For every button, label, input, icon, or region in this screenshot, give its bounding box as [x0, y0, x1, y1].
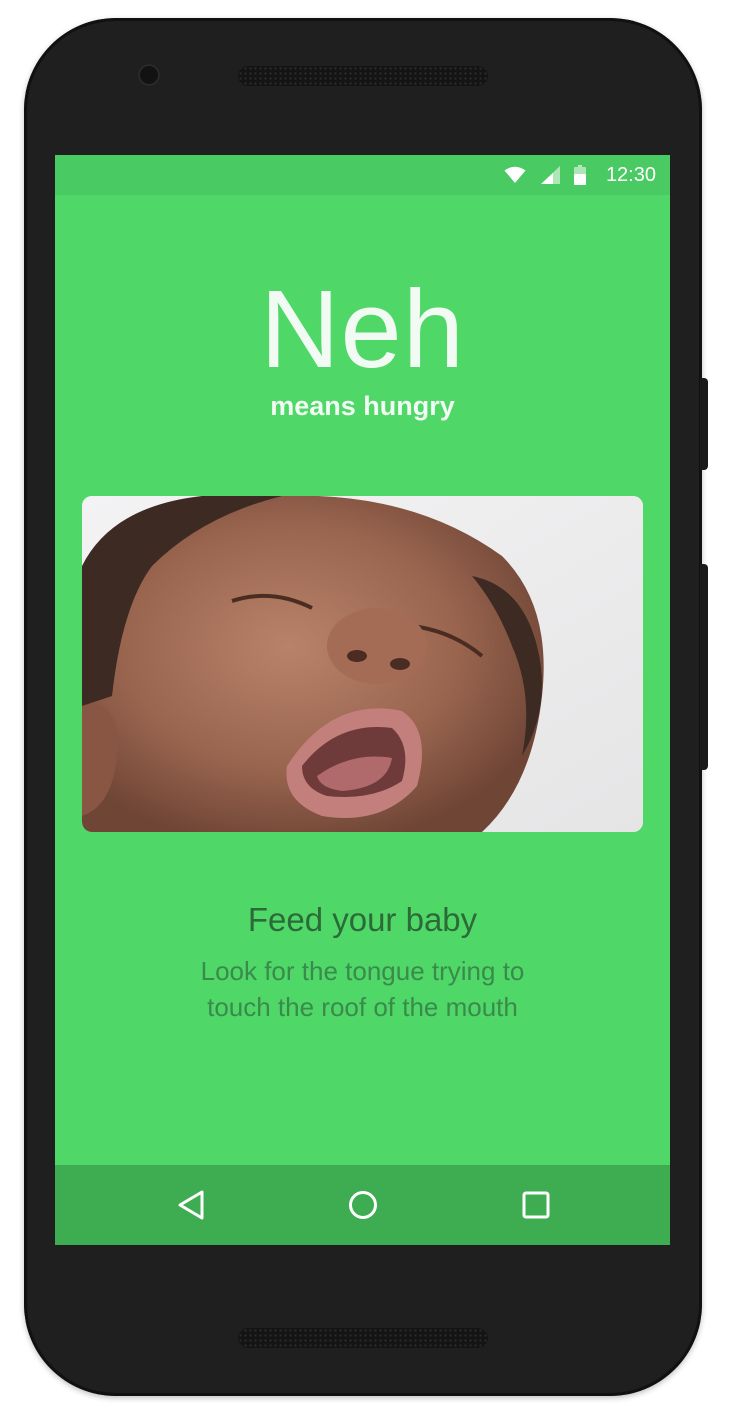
screen: 12:30 Neh means hungry Feed your baby Lo… [55, 155, 670, 1245]
cry-meaning-subtitle: means hungry [270, 391, 455, 421]
tip-description-line-1: Look for the tongue trying to [200, 956, 525, 986]
cry-word-title: Neh [260, 268, 465, 391]
tip-description: Look for the tongue trying to touch the … [55, 953, 670, 1025]
battery-icon [573, 165, 586, 185]
back-icon[interactable] [171, 1185, 211, 1225]
status-bar: 12:30 [55, 155, 670, 195]
home-icon[interactable] [343, 1185, 383, 1225]
tip-title: Feed your baby [247, 901, 478, 938]
crying-baby-photo [82, 496, 643, 832]
top-speaker [238, 66, 488, 86]
tip-description-line-2: touch the roof of the mouth [207, 992, 518, 1022]
status-icons: 12:30 [504, 155, 656, 195]
volume-button[interactable] [700, 564, 708, 770]
cell-signal-icon [540, 166, 560, 184]
front-camera [138, 64, 160, 86]
wifi-icon [504, 166, 526, 184]
bottom-speaker [238, 1328, 488, 1348]
status-time: 12:30 [605, 163, 656, 186]
navigation-bar [55, 1165, 670, 1245]
recents-icon[interactable] [516, 1185, 556, 1225]
power-button[interactable] [700, 378, 708, 470]
